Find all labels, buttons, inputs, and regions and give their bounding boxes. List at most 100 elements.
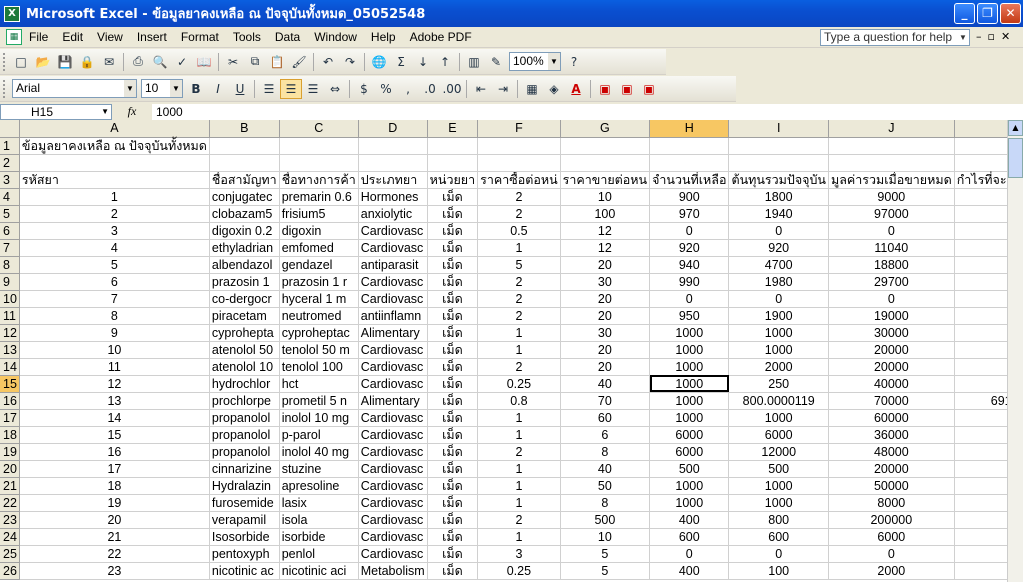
- cell[interactable]: neutromed: [279, 307, 359, 325]
- cell[interactable]: Cardiovasc: [358, 273, 428, 291]
- cell[interactable]: 17100: [954, 307, 1007, 325]
- cell[interactable]: 1000: [728, 494, 829, 512]
- cell[interactable]: 9000: [828, 188, 955, 206]
- cell[interactable]: 500: [649, 460, 730, 478]
- cell[interactable]: 0.25: [477, 375, 561, 393]
- menu-file[interactable]: File: [22, 30, 55, 44]
- cell[interactable]: Cardiovasc: [358, 290, 428, 308]
- cell[interactable]: 1: [477, 341, 561, 359]
- cell[interactable]: 12: [19, 375, 210, 393]
- cell[interactable]: 600: [728, 528, 829, 546]
- cell[interactable]: 6000: [728, 426, 829, 444]
- document-window-buttons[interactable]: –▫✕: [976, 30, 1016, 43]
- print-icon[interactable]: ⎙: [127, 52, 149, 72]
- cell[interactable]: prochlorpe: [209, 392, 280, 410]
- cell[interactable]: p-parol: [279, 426, 359, 444]
- cell[interactable]: Cardiovasc: [358, 443, 428, 461]
- chevron-down-icon[interactable]: ▼: [957, 30, 969, 45]
- row-header[interactable]: 19: [0, 443, 20, 461]
- align-left-icon[interactable]: ☰: [258, 79, 280, 99]
- cell[interactable]: 2: [477, 273, 561, 291]
- cell[interactable]: 1: [19, 188, 210, 206]
- cell[interactable]: 69199.99999: [954, 392, 1007, 410]
- cell[interactable]: 10: [560, 188, 651, 206]
- cell[interactable]: 11040: [828, 239, 955, 257]
- column-header-E[interactable]: E: [427, 120, 479, 138]
- undo-icon[interactable]: ↶: [317, 52, 339, 72]
- toolbar-grip[interactable]: [3, 52, 7, 71]
- spelling-icon[interactable]: ✓: [171, 52, 193, 72]
- row-header[interactable]: 13: [0, 341, 20, 359]
- toolbar-grip[interactable]: [3, 79, 7, 98]
- cell[interactable]: isorbide: [279, 528, 359, 546]
- cell[interactable]: piracetam: [209, 307, 280, 325]
- cell[interactable]: 2000: [828, 562, 955, 580]
- cell[interactable]: 500: [560, 511, 651, 529]
- cell[interactable]: 16: [19, 443, 210, 461]
- cell[interactable]: เม็ด: [427, 528, 479, 546]
- cell[interactable]: Cardiovasc: [358, 409, 428, 427]
- cell[interactable]: [728, 137, 829, 155]
- underline-icon[interactable]: U: [229, 79, 251, 99]
- cell[interactable]: 2: [477, 290, 561, 308]
- cell[interactable]: [828, 137, 955, 155]
- cell[interactable]: 600: [649, 528, 730, 546]
- header-cell[interactable]: รหัสยา: [19, 171, 210, 189]
- cell[interactable]: 12: [560, 222, 651, 240]
- cell[interactable]: 0: [954, 545, 1007, 563]
- cell[interactable]: 20: [560, 290, 651, 308]
- cell[interactable]: apresoline: [279, 477, 359, 495]
- cell[interactable]: pentoxyph: [209, 545, 280, 563]
- help-icon[interactable]: ?: [563, 52, 585, 72]
- cell[interactable]: 29000: [954, 324, 1007, 342]
- cell[interactable]: [477, 154, 561, 172]
- cell[interactable]: 1000: [728, 324, 829, 342]
- cell[interactable]: 48000: [828, 443, 955, 461]
- cell[interactable]: 1000: [728, 477, 829, 495]
- cell[interactable]: hct: [279, 375, 359, 393]
- cell[interactable]: 1980: [728, 273, 829, 291]
- cell[interactable]: Cardiovasc: [358, 528, 428, 546]
- cell[interactable]: Cardiovasc: [358, 222, 428, 240]
- row-header[interactable]: 23: [0, 511, 20, 529]
- cell[interactable]: [560, 154, 651, 172]
- cell[interactable]: 940: [649, 256, 730, 274]
- cell[interactable]: [560, 137, 651, 155]
- cell[interactable]: 7: [19, 290, 210, 308]
- cell[interactable]: 7200: [954, 188, 1007, 206]
- cell[interactable]: 100: [728, 562, 829, 580]
- align-center-icon[interactable]: ☰: [280, 78, 302, 99]
- pdf-review-icon[interactable]: ▣: [638, 79, 660, 99]
- cell[interactable]: 0: [649, 290, 730, 308]
- pdf-icon[interactable]: ▣: [594, 79, 616, 99]
- cell[interactable]: Cardiovasc: [358, 239, 428, 257]
- cell[interactable]: atenolol 10: [209, 358, 280, 376]
- cell[interactable]: atenolol 50: [209, 341, 280, 359]
- cell[interactable]: 20: [560, 307, 651, 325]
- cell[interactable]: 1000: [649, 324, 730, 342]
- cell[interactable]: เม็ด: [427, 375, 479, 393]
- cell[interactable]: 7000: [954, 494, 1007, 512]
- cell[interactable]: 21: [19, 528, 210, 546]
- new-icon[interactable]: □: [10, 52, 32, 72]
- drawing-icon[interactable]: ✎: [485, 52, 507, 72]
- cell[interactable]: penlol: [279, 545, 359, 563]
- function-icon[interactable]: fx: [112, 104, 152, 119]
- cell[interactable]: frisium5: [279, 205, 359, 223]
- merge-center-icon[interactable]: ⇔: [324, 79, 346, 99]
- cell[interactable]: 6000: [649, 443, 730, 461]
- chevron-down-icon[interactable]: ▼: [124, 80, 136, 97]
- comma-icon[interactable]: ,: [397, 79, 419, 99]
- cell[interactable]: [954, 137, 1007, 155]
- cell[interactable]: antiinflamn: [358, 307, 428, 325]
- cell[interactable]: เม็ด: [427, 307, 479, 325]
- cell[interactable]: 49000: [954, 477, 1007, 495]
- cell[interactable]: 6: [19, 273, 210, 291]
- cell[interactable]: antiparasit: [358, 256, 428, 274]
- cell[interactable]: furosemide: [209, 494, 280, 512]
- cell[interactable]: Cardiovasc: [358, 477, 428, 495]
- increase-decimal-icon[interactable]: .0: [419, 79, 441, 99]
- cell[interactable]: 1900: [954, 562, 1007, 580]
- pdf-email-icon[interactable]: ▣: [616, 79, 638, 99]
- sheet-title-cell[interactable]: ข้อมูลยาคงเหลือ ณ ปัจจุบันทั้งหมด: [19, 137, 210, 155]
